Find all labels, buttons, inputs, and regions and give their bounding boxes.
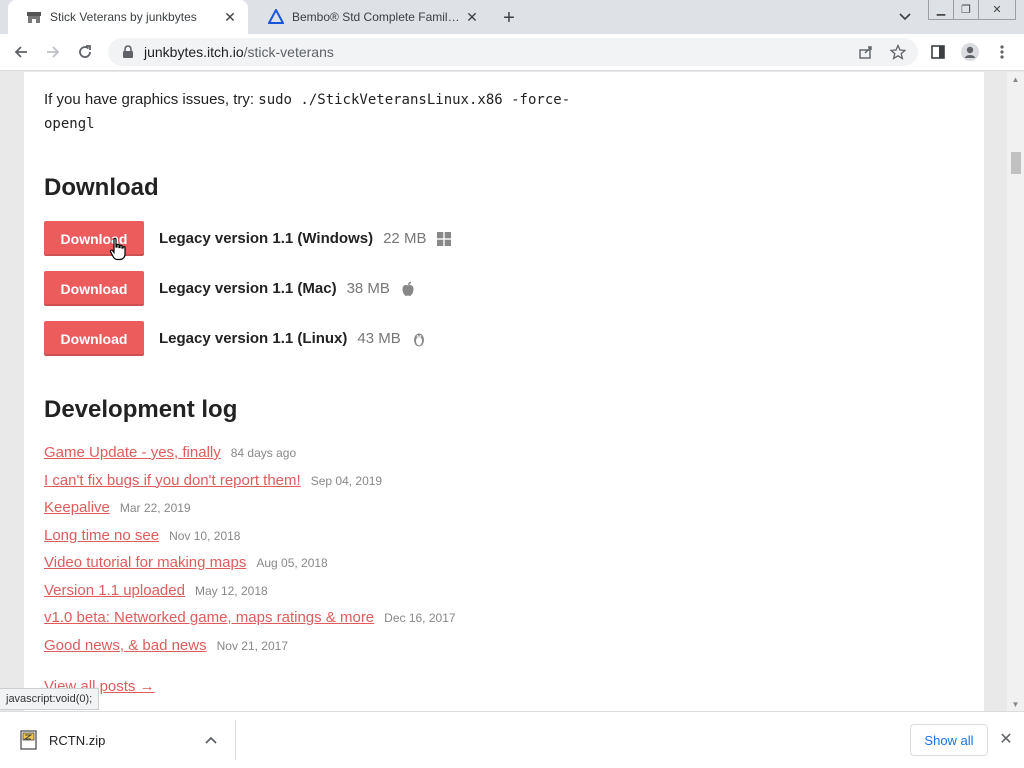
graphics-note-text: If you have graphics issues, try: [44, 91, 259, 108]
minimize-icon[interactable]: ▁ [928, 0, 954, 20]
page-viewport: If you have graphics issues, try: sudo .… [0, 72, 1024, 711]
share-icon[interactable] [854, 39, 878, 65]
lock-icon [122, 45, 136, 59]
post-link[interactable]: Version 1.1 uploaded [44, 582, 185, 599]
post-date: Aug 05, 2018 [256, 556, 328, 570]
monotype-icon [268, 9, 284, 25]
page-scrollbar[interactable]: ▲ ▼ [1007, 72, 1024, 711]
devlog-heading: Development log [44, 396, 238, 423]
new-tab-icon[interactable]: + [498, 7, 520, 29]
download-button-mac[interactable]: Download [44, 271, 144, 306]
status-bubble: javascript:void(0); [0, 688, 100, 710]
scroll-up-icon[interactable]: ▲ [1007, 72, 1024, 86]
list-item: Game Update - yes, finally 84 days ago [44, 444, 456, 472]
close-shelf-icon[interactable]: ✕ [996, 729, 1016, 749]
hand-cursor-icon [109, 237, 126, 261]
devlog-list: Game Update - yes, finally 84 days ago I … [44, 444, 456, 664]
tab-close-icon[interactable]: ✕ [222, 9, 238, 25]
apple-icon [400, 281, 416, 297]
list-item: Video tutorial for making maps Aug 05, 20… [44, 554, 456, 582]
download-row-windows: Download Legacy version 1.1 (Windows) 22… [44, 221, 452, 256]
url-text: junkbytes.itch.io/stick-veterans [144, 44, 334, 60]
download-heading: Download [44, 174, 159, 201]
list-item: Long time no see Nov 10, 2018 [44, 527, 456, 555]
post-date: Nov 10, 2018 [169, 528, 241, 543]
tab-close-icon[interactable]: ✕ [464, 9, 480, 25]
post-link[interactable]: Long time no see [44, 527, 159, 544]
post-date: Nov 21, 2017 [216, 638, 288, 653]
itchio-icon [26, 9, 42, 25]
post-date: 84 days ago [230, 446, 297, 460]
download-button-windows[interactable]: Download [44, 221, 144, 256]
scroll-down-icon[interactable]: ▼ [1007, 697, 1024, 711]
browser-menu-icon[interactable] [990, 39, 1014, 65]
tab-search-icon[interactable] [896, 8, 914, 26]
download-size: 43 MB [357, 330, 401, 347]
download-name: Legacy version 1.1 (Linux) [159, 330, 348, 347]
graphics-note: If you have graphics issues, try: sudo .… [44, 88, 604, 136]
download-name: Legacy version 1.1 (Windows) [159, 230, 374, 247]
download-file-name: RCTN.zip [49, 732, 106, 748]
download-name: Legacy version 1.1 (Mac) [159, 280, 337, 297]
list-item: Keepalive Mar 22, 2019 [44, 499, 456, 527]
list-item: Good news, & bad news Nov 21, 2017 [44, 637, 456, 665]
windows-icon [436, 231, 452, 247]
tab-strip: Stick Veterans by junkbytes ✕ Bembo® Std… [0, 0, 1024, 34]
post-date: Sep 04, 2019 [310, 473, 383, 488]
post-date: May 12, 2018 [194, 583, 268, 598]
address-bar[interactable]: junkbytes.itch.io/stick-veterans [108, 38, 918, 66]
tab-stick-veterans[interactable]: Stick Veterans by junkbytes ✕ [8, 0, 248, 34]
reload-icon[interactable] [72, 39, 98, 65]
download-size: 22 MB [383, 230, 427, 247]
tab-bembo[interactable]: Bembo® Std Complete Family Pa ✕ [250, 0, 490, 34]
post-link[interactable]: Good news, & bad news [44, 637, 207, 654]
profile-avatar-icon[interactable] [958, 39, 982, 65]
tab-title: Bembo® Std Complete Family Pa [292, 10, 464, 24]
post-link[interactable]: I can't fix bugs if you don't report the… [44, 472, 301, 489]
post-date: Dec 16, 2017 [384, 611, 456, 625]
download-item[interactable]: RCTN.zip [8, 720, 236, 760]
url-path: /stick-veterans [243, 44, 334, 60]
game-page: If you have graphics issues, try: sudo .… [24, 72, 984, 711]
list-item: Version 1.1 uploaded May 12, 2018 [44, 582, 456, 610]
list-item: I can't fix bugs if you don't report the… [44, 472, 456, 500]
post-link[interactable]: v1.0 beta: Networked game, maps ratings … [44, 609, 374, 626]
download-button-linux[interactable]: Download [44, 321, 144, 356]
post-link[interactable]: Keepalive [44, 499, 110, 516]
download-row-mac: Download Legacy version 1.1 (Mac) 38 MB [44, 271, 416, 306]
chevron-up-icon[interactable] [201, 730, 221, 750]
restore-icon[interactable]: ❐ [953, 0, 979, 20]
show-all-button[interactable]: Show all [910, 724, 988, 756]
tab-title: Stick Veterans by junkbytes [50, 10, 197, 24]
linux-icon [411, 331, 427, 347]
post-link[interactable]: Video tutorial for making maps [44, 554, 246, 571]
download-size: 38 MB [346, 280, 390, 297]
post-date: Mar 22, 2019 [119, 501, 191, 515]
url-host: junkbytes.itch.io [144, 44, 244, 60]
window-close-icon[interactable]: ✕ [978, 0, 1016, 20]
scrollbar-thumb[interactable] [1011, 152, 1021, 174]
browser-toolbar: junkbytes.itch.io/stick-veterans [0, 34, 1024, 71]
bookmark-star-icon[interactable] [886, 39, 910, 65]
side-panel-icon[interactable] [926, 39, 950, 65]
download-row-linux: Download Legacy version 1.1 (Linux) 43 M… [44, 321, 427, 356]
download-shelf: RCTN.zip Show all ✕ [0, 711, 1024, 768]
post-link[interactable]: Game Update - yes, finally [44, 444, 221, 461]
back-icon[interactable] [8, 39, 34, 65]
zip-file-icon [20, 730, 37, 750]
list-item: v1.0 beta: Networked game, maps ratings … [44, 609, 456, 637]
forward-icon[interactable] [40, 39, 66, 65]
